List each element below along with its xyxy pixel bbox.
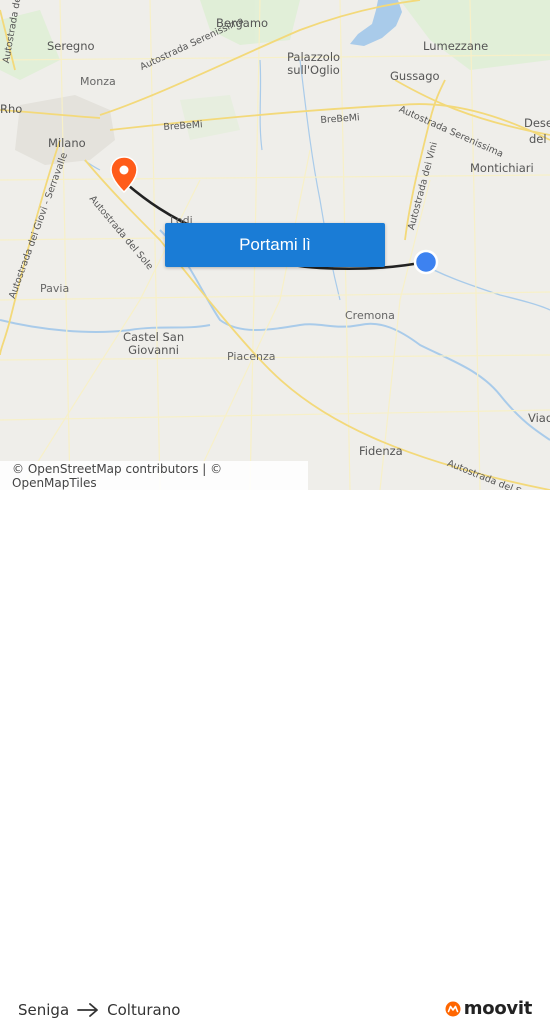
place-label-pavia: Pavia [40,282,70,295]
place-label-dese: Dese [524,116,550,130]
moovit-logo[interactable]: moovit [445,998,532,1019]
road-label-brebemi-west: BreBeMi [163,119,204,133]
place-label-fidenza: Fidenza [359,444,403,458]
place-label-palazzolo: Palazzolo sull'Oglio [287,50,341,77]
place-label-viad: Viad [528,411,550,425]
arrow-right-icon [77,1003,99,1017]
map-attribution[interactable]: © OpenStreetMap contributors | © OpenMap… [0,461,308,490]
place-label-piacenza: Piacenza [227,350,276,363]
road-label-brebemi-east: BreBeMi [320,112,361,126]
route-summary: Seniga Colturano [18,1001,180,1019]
place-label-montichiari: Montichiari [470,161,534,175]
origin-name: Seniga [18,1001,70,1019]
moovit-logo-icon [445,1001,461,1016]
map-pin-icon[interactable] [109,156,139,194]
destination-name: Colturano [107,1001,181,1019]
brand-name: moovit [463,998,533,1019]
place-label-milano: Milano [48,136,86,150]
place-label-seregno: Seregno [47,39,95,53]
place-label-cremona: Cremona [345,309,395,322]
place-label-del: del [529,132,547,146]
place-label-castel-san-giovanni: Castel San Giovanni [123,330,185,357]
blue-dot-icon[interactable] [413,249,439,275]
place-label-rho: Rho [0,102,23,116]
place-label-gussago: Gussago [390,69,440,83]
portami-li-button[interactable]: Portami lì [165,223,385,267]
place-label-monza: Monza [80,75,116,88]
map-canvas[interactable]: Seregno Bergamo Palazzolo sull'Oglio Lum… [0,0,550,490]
footer-bar: Seniga Colturano moovit [0,490,550,1019]
place-label-lumezzane: Lumezzane [423,39,489,53]
